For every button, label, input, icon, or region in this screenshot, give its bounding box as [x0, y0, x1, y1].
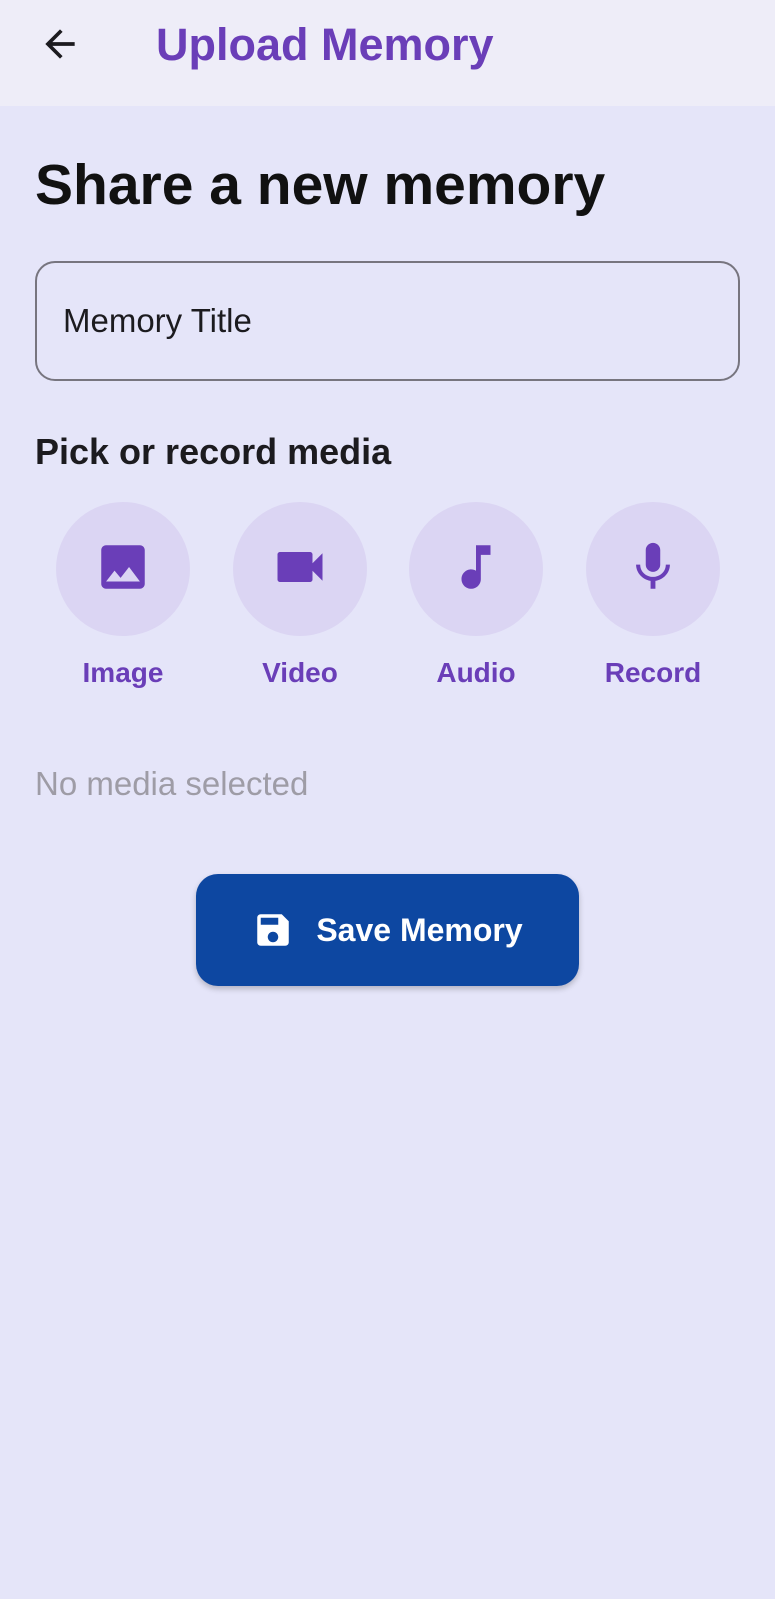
section-heading: Share a new memory [35, 153, 606, 217]
pick-image-button[interactable]: Image [56, 502, 190, 692]
mic-icon [624, 538, 682, 601]
page-title: Upload Memory [156, 19, 494, 70]
memory-title-input[interactable] [35, 261, 740, 381]
music-note-icon [447, 538, 505, 601]
image-icon [94, 538, 152, 601]
save-memory-button[interactable]: Save Memory [196, 874, 579, 986]
arrow-back-icon [38, 22, 82, 71]
save-button-label: Save Memory [316, 911, 523, 948]
pick-audio-button[interactable]: Audio [409, 502, 543, 692]
save-icon [252, 909, 294, 951]
media-option-circle [409, 502, 543, 636]
videocam-icon [270, 537, 330, 602]
media-section-label: Pick or record media [35, 431, 392, 472]
media-status-text: No media selected [35, 765, 309, 802]
media-option-label: Record [604, 657, 702, 688]
app-bar: Upload Memory [0, 0, 775, 106]
media-option-label: Audio [436, 657, 516, 688]
media-option-label: Video [262, 657, 338, 688]
record-audio-button[interactable]: Record [586, 502, 720, 692]
media-option-circle [586, 502, 720, 636]
media-option-circle [56, 502, 190, 636]
media-option-circle [233, 502, 367, 636]
pick-video-button[interactable]: Video [233, 502, 367, 692]
media-option-label: Image [82, 657, 164, 688]
back-button[interactable] [28, 14, 92, 78]
